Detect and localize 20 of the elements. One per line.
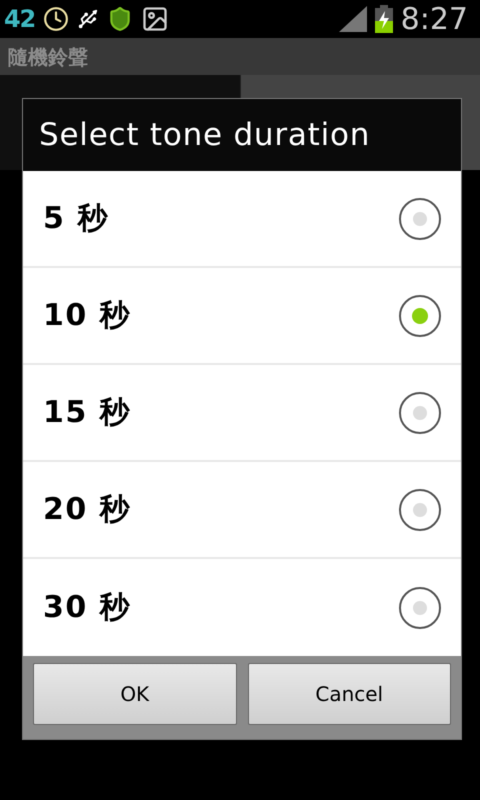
radio-button[interactable] <box>399 392 441 434</box>
radio-button[interactable] <box>399 294 441 336</box>
duration-option[interactable]: 30 秒 <box>23 559 461 656</box>
dialog-button[interactable]: Cancel <box>248 663 451 725</box>
dialog-title: Select tone duration <box>39 116 370 155</box>
dialog-button[interactable]: OK <box>33 663 236 725</box>
notification-count: 42 <box>4 4 35 35</box>
clock-icon <box>43 6 69 32</box>
app-title: 隨機鈴聲 <box>8 44 88 70</box>
duration-option[interactable]: 10 秒 <box>23 268 461 365</box>
radio-button[interactable] <box>399 586 441 628</box>
duration-option[interactable]: 20 秒 <box>23 462 461 559</box>
battery-icon <box>374 5 393 33</box>
duration-option[interactable]: 15 秒 <box>23 365 461 462</box>
clock-time: 8:27 <box>400 0 469 38</box>
radio-button[interactable] <box>399 488 441 530</box>
radio-button[interactable] <box>399 198 441 240</box>
image-icon <box>141 5 169 33</box>
duration-option[interactable]: 5 秒 <box>23 171 461 268</box>
signal-icon <box>338 6 367 32</box>
